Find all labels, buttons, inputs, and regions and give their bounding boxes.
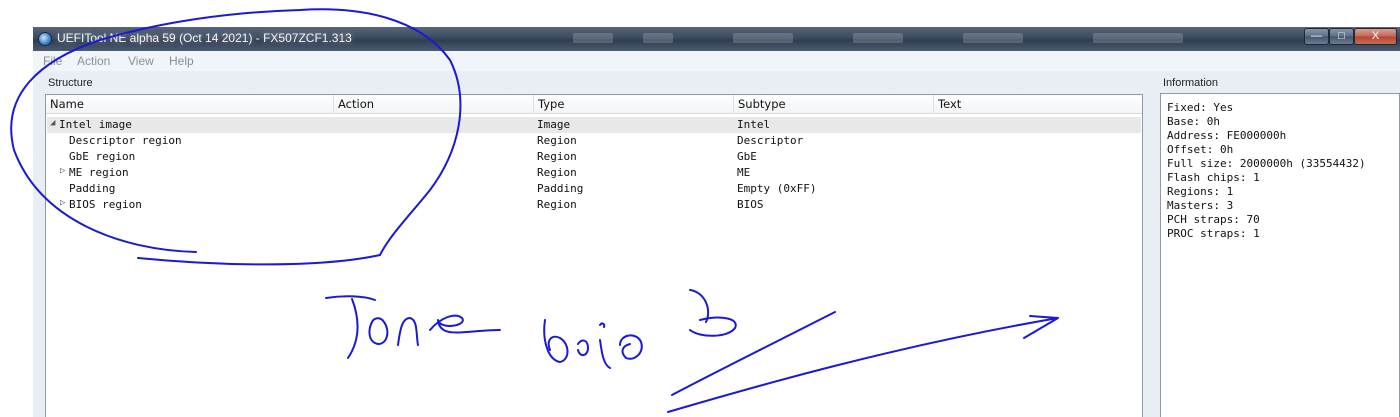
row-name: GbE region [69, 150, 136, 163]
row-type: Image [537, 118, 571, 131]
titlebar-glass-blur [963, 33, 1023, 43]
minimize-button[interactable]: — [1304, 28, 1329, 45]
tree-row-bios-region[interactable]: ▷ BIOS region Region BIOS [47, 197, 1141, 213]
info-fixed: Fixed: Yes [1167, 101, 1234, 114]
app-icon [38, 32, 52, 46]
information-panel[interactable]: Fixed: Yes Base: 0h Address: FE000000h O… [1160, 93, 1400, 417]
row-name: Descriptor region [69, 134, 182, 147]
menu-file[interactable]: File [43, 54, 62, 68]
titlebar-glass-blur [643, 33, 673, 43]
expand-arrow-icon[interactable]: ▷ [60, 198, 65, 208]
menu-action[interactable]: Action [77, 54, 110, 68]
titlebar-glass-blur [853, 33, 903, 43]
info-masters: Masters: 3 [1167, 199, 1234, 212]
column-header-subtype[interactable]: Subtype [734, 95, 934, 114]
info-offset: Offset: 0h [1167, 143, 1234, 156]
row-subtype: BIOS [737, 198, 764, 211]
row-type: Region [537, 150, 577, 163]
row-type: Region [537, 198, 577, 211]
uefitool-window: UEFITool NE alpha 59 (Oct 14 2021) - FX5… [33, 27, 1400, 417]
row-subtype: ME [737, 166, 751, 179]
information-panel-label: Information [1163, 77, 1219, 89]
tree-row-padding[interactable]: Padding Padding Empty (0xFF) [47, 181, 1141, 197]
info-proc-straps: PROC straps: 1 [1167, 227, 1260, 240]
titlebar-glass-blur [573, 33, 613, 43]
info-address: Address: FE000000h [1167, 129, 1287, 142]
tree-row-intel-image[interactable]: ◢ Intel image Image Intel [47, 117, 1141, 133]
row-type: Region [537, 134, 577, 147]
info-pch-straps: PCH straps: 70 [1167, 213, 1260, 226]
row-name: ME region [69, 166, 129, 179]
row-subtype: GbE [737, 150, 757, 163]
structure-panel-label: Structure [48, 77, 93, 89]
tree-row-gbe-region[interactable]: GbE region Region GbE [47, 149, 1141, 165]
tree-row-me-region[interactable]: ▷ ME region Region ME [47, 165, 1141, 181]
expand-arrow-icon[interactable]: ◢ [50, 118, 55, 128]
titlebar-glass-blur [733, 33, 793, 43]
row-subtype: Empty (0xFF) [737, 182, 817, 195]
maximize-button[interactable]: □ [1329, 28, 1354, 45]
window-title: UEFITool NE alpha 59 (Oct 14 2021) - FX5… [57, 31, 352, 45]
column-header-action[interactable]: Action [334, 95, 534, 114]
close-button[interactable]: X [1354, 28, 1397, 45]
row-type: Region [537, 166, 577, 179]
row-subtype: Descriptor [737, 134, 804, 147]
structure-tree[interactable]: Name Action Type Subtype Text ◢ Intel im… [45, 94, 1143, 417]
info-base: Base: 0h [1167, 115, 1220, 128]
column-header-text[interactable]: Text [934, 95, 1142, 114]
titlebar-glass-blur [1093, 33, 1183, 43]
info-flash-chips: Flash chips: 1 [1167, 171, 1260, 184]
row-name: BIOS region [69, 198, 142, 211]
menu-help[interactable]: Help [169, 54, 194, 68]
column-header-type[interactable]: Type [534, 95, 734, 114]
menu-view[interactable]: View [128, 54, 154, 68]
info-full-size: Full size: 2000000h (33554432) [1167, 157, 1366, 170]
info-regions: Regions: 1 [1167, 185, 1234, 198]
row-subtype: Intel [737, 118, 771, 131]
row-name: Intel image [59, 118, 132, 131]
row-name: Padding [69, 182, 116, 195]
tree-row-descriptor-region[interactable]: Descriptor region Region Descriptor [47, 133, 1141, 149]
column-header-name[interactable]: Name [46, 95, 334, 114]
title-bar[interactable]: UEFITool NE alpha 59 (Oct 14 2021) - FX5… [33, 27, 1400, 51]
expand-arrow-icon[interactable]: ▷ [60, 166, 65, 176]
row-type: Padding [537, 182, 584, 195]
menu-bar: File Action View Help [33, 51, 1400, 71]
